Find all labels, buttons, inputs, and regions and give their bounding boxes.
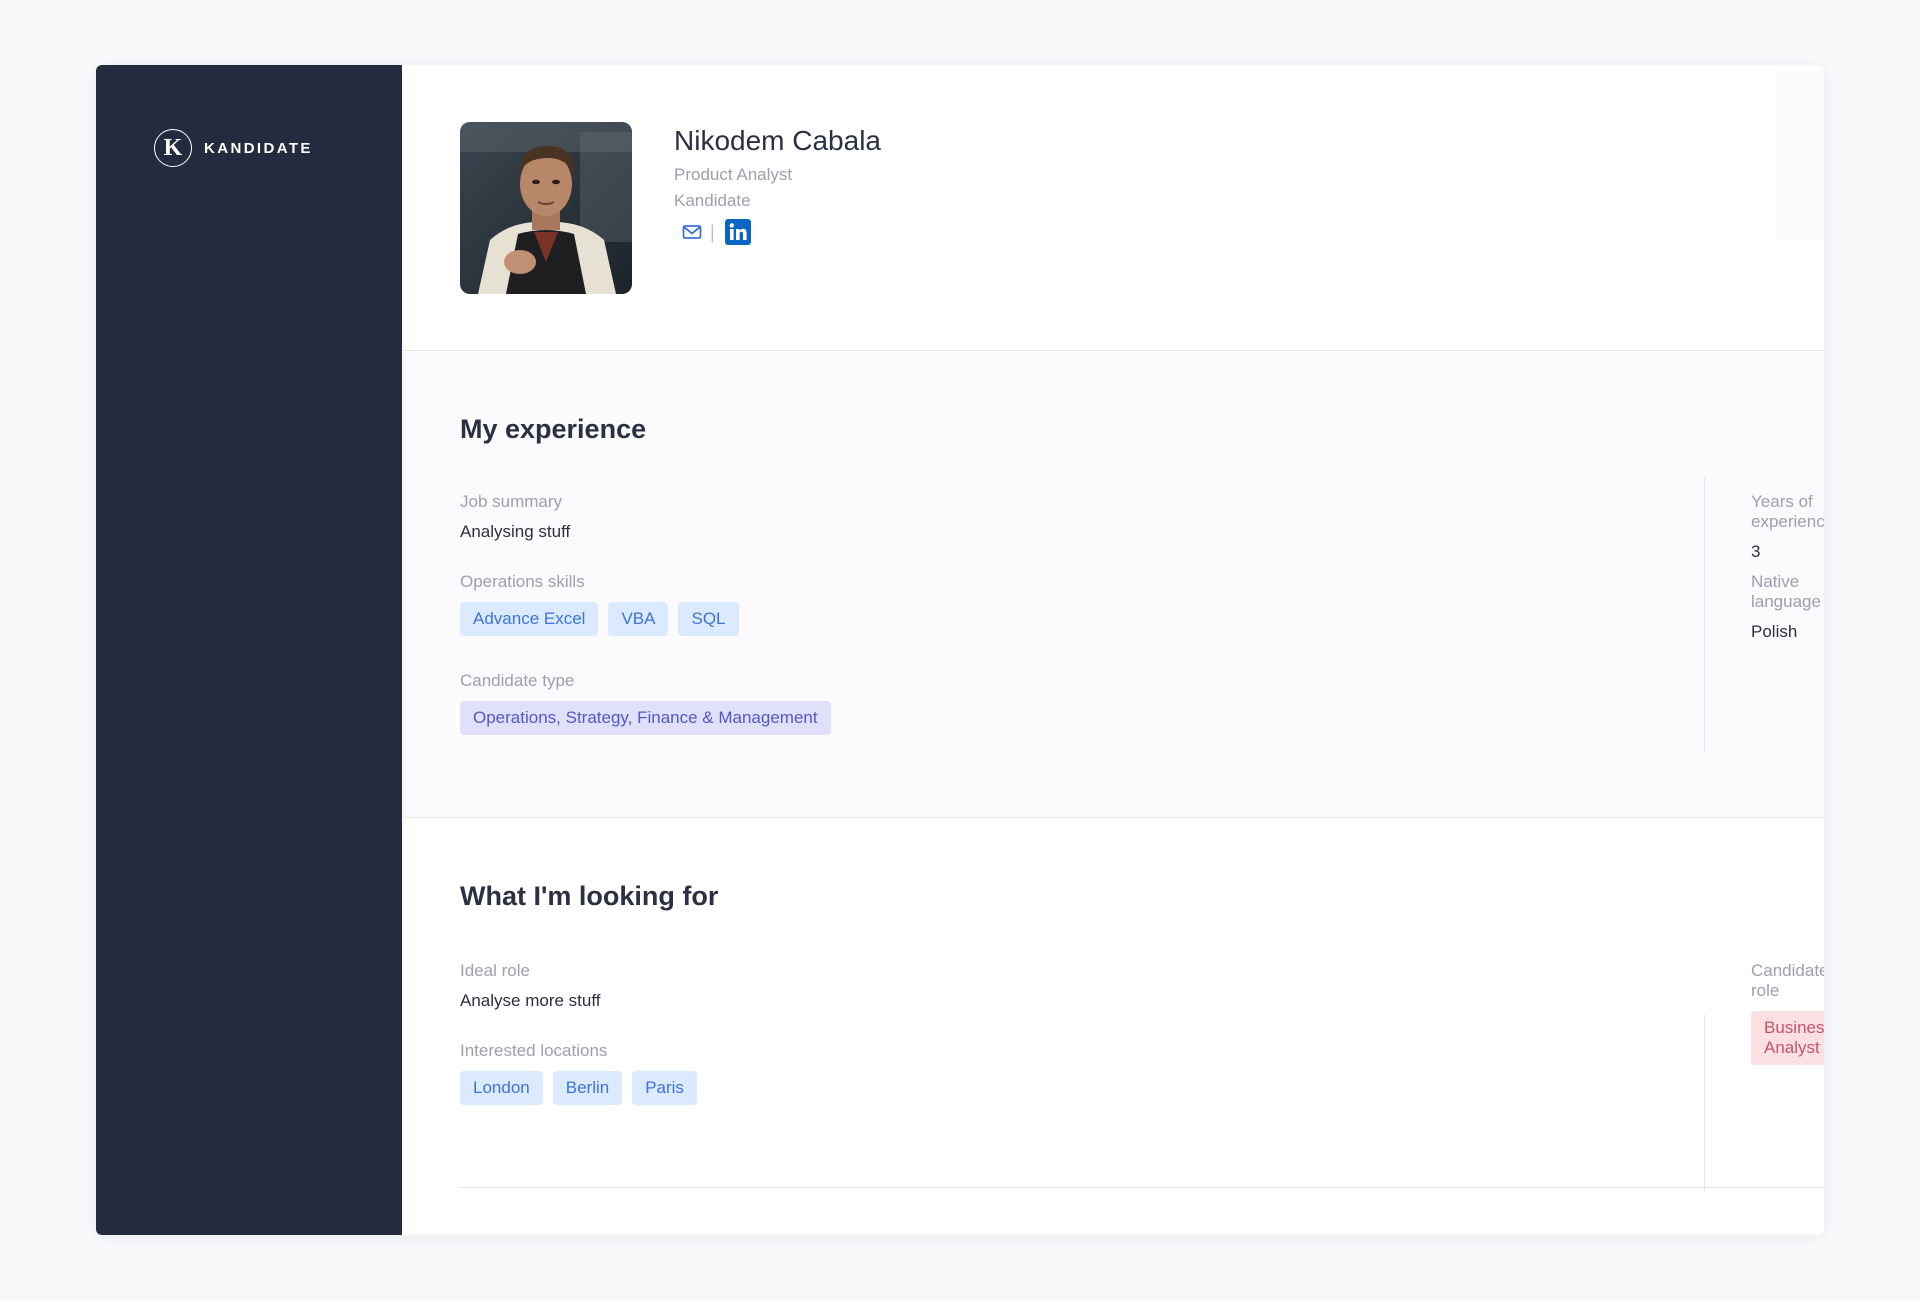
job-summary-field: Job summary Analysing stuff [460,492,570,542]
logo-text: KANDIDATE [204,139,313,157]
native-language-field: Native language Polish [1751,572,1824,642]
contact-links: | [674,219,881,245]
avatar-photo [460,122,632,294]
looking-for-heading: What I'm looking for [460,881,719,911]
profile-header: Nikodem Cabala Product Analyst Kandidate… [402,65,1824,351]
candidate-type-label: Candidate type [460,671,575,690]
native-language-value: Polish [1751,622,1798,641]
candidate-name: Nikodem Cabala [674,125,881,156]
candidate-title: Product Analyst [674,165,793,184]
location-tag: Berlin [552,1071,623,1105]
ideal-role-label: Ideal role [460,961,530,980]
interested-locations-field: Interested locations London Berlin Paris [460,1041,697,1105]
candidate-company: Kandidate [674,191,751,210]
looking-for-section: What I'm looking for Ideal role Analyse … [402,819,1824,1235]
experience-section: My experience Job summary Analysing stuf… [402,352,1824,818]
candidate-type-tag: Operations, Strategy, Finance & Manageme… [460,701,831,735]
operations-skills-label: Operations skills [460,572,585,591]
kandidate-logo[interactable]: K KANDIDATE [154,129,313,167]
header-corner-panel [1776,71,1824,239]
candidate-role-label: Candidate's role [1751,961,1824,1000]
avatar [460,122,632,294]
mail-icon[interactable] [682,224,702,240]
linkedin-icon[interactable] [724,219,751,245]
years-label: Years of experience [1751,492,1824,531]
candidate-type-tags: Operations, Strategy, Finance & Manageme… [460,701,831,735]
candidate-role-field: Candidate's role Business Analyst [1751,961,1824,1065]
operations-skills-field: Operations skills Advance Excel VBA SQL [460,572,739,636]
looking-for-divider [1704,1015,1705,1191]
logo-mark: K [154,129,192,167]
locations-tags: London Berlin Paris [460,1071,697,1105]
profile-info: Nikodem Cabala Product Analyst Kandidate… [674,125,881,245]
experience-heading: My experience [460,414,647,444]
ideal-role-value: Analyse more stuff [460,991,601,1010]
candidate-role-tag: Business Analyst [1751,1011,1824,1065]
job-summary-label: Job summary [460,492,563,511]
candidate-role-tags: Business Analyst [1751,1011,1824,1065]
app-window: K KANDIDATE Nikodem Cabala Product Analy… [96,65,1824,1235]
skill-tag: Advance Excel [460,602,599,636]
native-language-label: Native language [1751,572,1821,611]
skill-tag: VBA [608,602,669,636]
profile-main: Nikodem Cabala Product Analyst Kandidate… [402,65,1824,1235]
location-tag: London [460,1071,543,1105]
candidate-type-field: Candidate type Operations, Strategy, Fin… [460,671,831,735]
bottom-divider [459,1187,1824,1188]
locations-label: Interested locations [460,1041,608,1060]
job-summary-value: Analysing stuff [460,522,571,541]
contact-separator: | [710,221,715,242]
years-value: 3 [1751,542,1761,561]
operations-skills-tags: Advance Excel VBA SQL [460,602,739,636]
skill-tag: SQL [678,602,739,636]
ideal-role-field: Ideal role Analyse more stuff [460,961,600,1011]
sidebar: K KANDIDATE [96,65,402,1235]
location-tag: Paris [632,1071,697,1105]
years-of-experience-field: Years of experience 3 [1751,492,1824,562]
experience-divider [1704,476,1705,752]
